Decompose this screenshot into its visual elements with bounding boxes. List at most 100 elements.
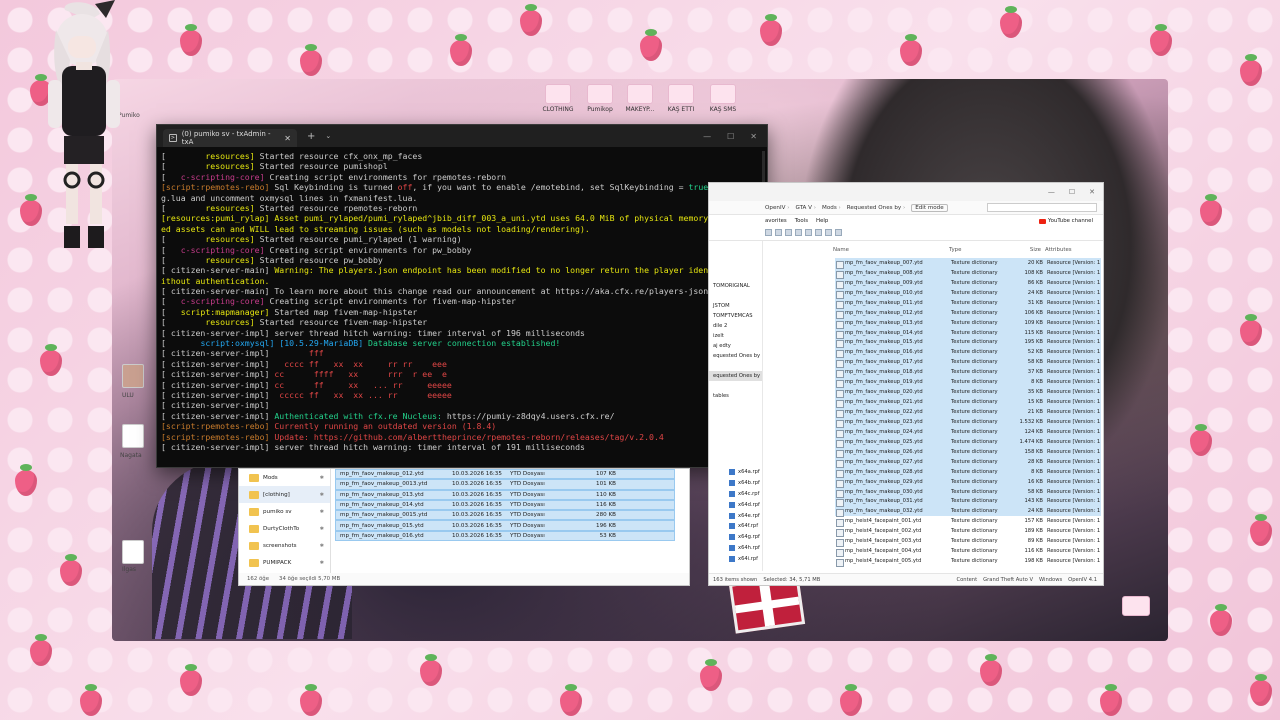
archive-item[interactable]: x64c.rpf (729, 489, 809, 500)
menu-tools[interactable]: Tools (795, 218, 808, 224)
tree-item[interactable]: equested Ones by P (709, 351, 762, 361)
tree-item[interactable] (709, 291, 762, 301)
desktop-folder[interactable]: MAKEYP... (620, 84, 660, 113)
nav-item[interactable]: [clothing] ✱ (239, 486, 330, 503)
desktop-folder[interactable]: KAŞ ETTI (661, 84, 701, 113)
table-row[interactable]: mp_fm_faov_makeup_020.ytd Texture diction… (835, 387, 1101, 399)
table-row[interactable]: mp_fm_faov_makeup_009.ytd Texture diction… (835, 277, 1101, 289)
breadcrumb[interactable]: GTA V (795, 205, 816, 211)
nav-item[interactable]: DurtyClothTo ✱ (239, 520, 330, 537)
youtube-link[interactable]: YouTube channel (1039, 218, 1093, 224)
save-icon[interactable] (805, 229, 812, 236)
new-tab-button[interactable]: + (307, 131, 315, 142)
column-name[interactable]: Name (833, 247, 949, 257)
table-row[interactable]: mp_fm_faov_makeup_017.ytd Texture diction… (835, 357, 1101, 369)
menu-help[interactable]: Help (816, 218, 828, 224)
archive-item[interactable]: x64b.rpf (729, 478, 809, 489)
archive-item[interactable]: x64f.rpf (729, 521, 809, 532)
table-row[interactable]: mp_heist4_facepaint_002.ytd Texture dicti… (835, 526, 1101, 538)
tree-item[interactable]: TOMFTVEMCAS (709, 311, 762, 321)
desktop-file-icon[interactable] (122, 424, 144, 448)
desktop-folder[interactable]: CLOTHING (538, 84, 578, 113)
nav-item[interactable]: screenshots ✱ (239, 537, 330, 554)
menu-favorites[interactable]: avorites (765, 218, 787, 224)
terminal-window[interactable]: > (0) pumiko sv - txAdmin - txA ✕ + ⌄ — … (156, 124, 768, 468)
tree-item[interactable]: equested Ones by Pumi (709, 371, 762, 381)
file-explorer-left[interactable]: Mods ✱ [clothing] ✱ pumiko sv ✱ DurtyClothTo ✱ s… (238, 468, 690, 586)
file-row[interactable]: mp_fm_faov_makeup_0015.ytd 10.03.2026 16:… (335, 510, 675, 521)
table-row[interactable]: mp_fm_faov_makeup_027.ytd Texture diction… (835, 456, 1101, 468)
close-button[interactable]: ✕ (750, 132, 757, 141)
desktop-folder[interactable]: KAŞ SMS (703, 84, 743, 113)
table-row[interactable]: mp_fm_faov_makeup_013.ytd Texture diction… (835, 317, 1101, 329)
table-row[interactable]: mp_fm_faov_makeup_026.ytd Texture diction… (835, 446, 1101, 458)
column-size[interactable]: Size (1017, 247, 1045, 257)
edit-mode-button[interactable]: Edit mode (911, 203, 948, 212)
table-row[interactable]: mp_fm_faov_makeup_021.ytd Texture diction… (835, 397, 1101, 409)
table-row[interactable]: mp_fm_faov_makeup_022.ytd Texture diction… (835, 407, 1101, 419)
address-bar[interactable]: OpenIV GTA V Mods Requested Ones by Edit… (709, 201, 1103, 215)
table-row[interactable]: mp_fm_faov_makeup_016.ytd Texture diction… (835, 347, 1101, 359)
desktop-folder-icon[interactable] (1122, 596, 1150, 616)
tree-item[interactable] (709, 261, 762, 271)
minimize-button[interactable]: — (1048, 188, 1055, 196)
file-row[interactable]: mp_fm_faov_makeup_015.ytd 10.03.2026 16:3… (335, 520, 675, 531)
maximize-button[interactable]: ☐ (1069, 188, 1075, 196)
tree-item[interactable]: JSTOM (709, 301, 762, 311)
desktop-folder[interactable]: Pumikop (580, 84, 620, 113)
table-row[interactable]: mp_fm_faov_makeup_012.ytd Texture diction… (835, 307, 1101, 319)
openiv-window[interactable]: — ☐ ✕ OpenIV GTA V Mods Requested Ones b… (708, 182, 1104, 586)
tree-item[interactable] (709, 271, 762, 281)
file-row[interactable]: mp_fm_faov_makeup_012.ytd 10.03.2026 16:3… (335, 469, 675, 480)
close-button[interactable]: ✕ (1089, 188, 1095, 196)
search-input[interactable] (987, 203, 1097, 212)
archive-item[interactable]: x64a.rpf (729, 467, 809, 478)
delete-icon[interactable] (835, 229, 842, 236)
table-row[interactable]: mp_heist4_facepaint_004.ytd Texture dicti… (835, 546, 1101, 558)
archive-item[interactable]: x64g.rpf (729, 532, 809, 543)
table-row[interactable]: mp_fm_faov_makeup_019.ytd Texture diction… (835, 377, 1101, 389)
breadcrumb[interactable]: Requested Ones by (847, 205, 905, 211)
table-row[interactable]: mp_heist4_facepaint_003.ytd Texture dicti… (835, 536, 1101, 548)
table-row[interactable]: mp_heist4_facepaint_005.ytd Texture dicti… (835, 556, 1101, 568)
column-type[interactable]: Type (949, 247, 1017, 257)
file-row[interactable]: mp_fm_faov_makeup_0013.ytd 10.03.2026 16:… (335, 479, 675, 490)
tree-item[interactable]: tables (709, 391, 762, 401)
nav-item[interactable]: pumiko sv ✱ (239, 503, 330, 520)
table-row[interactable]: mp_fm_faov_makeup_029.ytd Texture diction… (835, 476, 1101, 488)
table-row[interactable]: mp_fm_faov_makeup_015.ytd Texture diction… (835, 337, 1101, 349)
tree-item[interactable]: izelt (709, 331, 762, 341)
nav-item[interactable]: PUMIPACK ✱ (239, 554, 330, 571)
refresh-icon[interactable] (795, 229, 802, 236)
forward-icon[interactable] (775, 229, 782, 236)
import-icon[interactable] (815, 229, 822, 236)
desktop-photo-icon[interactable] (122, 364, 144, 388)
table-row[interactable]: mp_fm_faov_makeup_010.ytd Texture diction… (835, 287, 1101, 299)
minimize-button[interactable]: — (703, 132, 711, 141)
tree-item[interactable] (709, 241, 762, 251)
table-row[interactable]: mp_fm_faov_makeup_018.ytd Texture diction… (835, 367, 1101, 379)
terminal-output[interactable]: [ resources] Started resource cfx_onx_mp… (157, 147, 767, 467)
tree-item[interactable]: dile 2 (709, 321, 762, 331)
chevron-down-icon[interactable]: ⌄ (325, 132, 331, 140)
table-row[interactable]: mp_fm_faov_makeup_025.ytd Texture diction… (835, 436, 1101, 448)
nav-item[interactable]: Mods ✱ (239, 469, 330, 486)
table-row[interactable]: mp_fm_faov_makeup_008.ytd Texture diction… (835, 267, 1101, 279)
file-row[interactable]: mp_fm_faov_makeup_016.ytd 10.03.2026 16:3… (335, 530, 675, 542)
table-row[interactable]: mp_fm_faov_makeup_024.ytd Texture diction… (835, 426, 1101, 438)
close-tab-icon[interactable]: ✕ (284, 134, 291, 143)
tree-item[interactable]: aj edty (709, 341, 762, 351)
table-row[interactable]: mp_fm_faov_makeup_014.ytd Texture diction… (835, 327, 1101, 339)
table-row[interactable]: mp_fm_faov_makeup_031.ytd Texture diction… (835, 496, 1101, 508)
tree-item[interactable] (709, 251, 762, 261)
breadcrumb[interactable]: OpenIV (765, 205, 789, 211)
breadcrumb[interactable]: Mods (822, 205, 841, 211)
column-attributes[interactable]: Attributes (1045, 247, 1103, 257)
maximize-button[interactable]: ☐ (727, 132, 734, 141)
archive-item[interactable]: x64d.rpf (729, 499, 809, 510)
table-row[interactable]: mp_fm_faov_makeup_030.ytd Texture diction… (835, 486, 1101, 498)
desktop-file-icon[interactable] (122, 540, 144, 564)
table-row[interactable]: mp_fm_faov_makeup_032.ytd Texture diction… (835, 506, 1101, 518)
tree-item[interactable] (709, 361, 762, 371)
table-row[interactable]: mp_heist4_facepaint_001.ytd Texture dicti… (835, 516, 1101, 528)
